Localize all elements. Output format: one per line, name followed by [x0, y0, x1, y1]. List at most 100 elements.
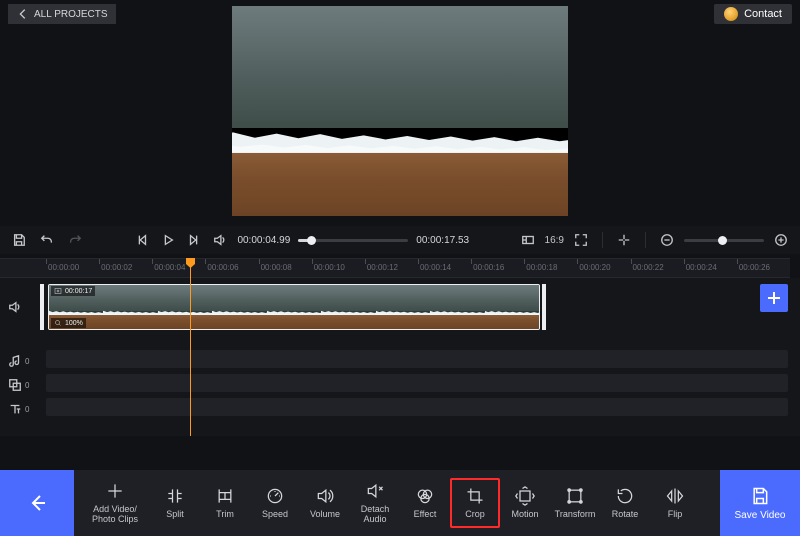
music-track-head: 0	[8, 354, 38, 368]
clip-handle-right[interactable]	[542, 284, 546, 330]
volume-icon	[315, 486, 335, 506]
add-media-button[interactable]: Add Video/ Photo Clips	[80, 475, 150, 531]
overlay-track[interactable]	[46, 374, 788, 392]
text-icon	[8, 402, 22, 416]
seek-bar[interactable]	[298, 239, 408, 242]
play-button[interactable]	[159, 231, 177, 249]
volume-button[interactable]: Volume	[300, 480, 350, 526]
plus-icon	[766, 290, 782, 306]
clock-icon	[54, 287, 62, 295]
redo-button[interactable]	[66, 231, 84, 249]
aspect-ratio-button[interactable]	[519, 231, 537, 249]
zoom-in-button[interactable]	[772, 231, 790, 249]
undo-button[interactable]	[38, 231, 56, 249]
save-project-button[interactable]	[10, 231, 28, 249]
divider	[602, 232, 603, 248]
playhead[interactable]	[190, 258, 191, 436]
effect-button[interactable]: Effect	[400, 480, 450, 526]
skip-forward-icon	[187, 233, 201, 247]
music-track[interactable]	[46, 350, 788, 368]
motion-icon	[515, 486, 535, 506]
transform-button[interactable]: Transform	[550, 480, 600, 526]
ruler-mark: 00:00:22	[633, 263, 664, 272]
video-clip[interactable]: 00:00:17 100%	[48, 284, 540, 330]
rotate-button[interactable]: Rotate	[600, 480, 650, 526]
arrow-left-icon	[25, 491, 49, 515]
ruler-mark: 00:00:10	[314, 263, 345, 272]
zoom-out-button[interactable]	[658, 231, 676, 249]
back-button[interactable]	[0, 470, 74, 536]
ruler-mark: 00:00:00	[48, 263, 79, 272]
next-frame-button[interactable]	[185, 231, 203, 249]
toolset: Add Video/ Photo Clips Split Trim Speed …	[74, 470, 720, 536]
ruler-pad	[0, 258, 46, 278]
fullscreen-button[interactable]	[572, 231, 590, 249]
clip-handle-left[interactable]	[40, 284, 44, 330]
detach-audio-icon	[365, 481, 385, 501]
divider	[645, 232, 646, 248]
prev-frame-button[interactable]	[133, 231, 151, 249]
video-preview[interactable]	[232, 6, 568, 216]
ruler-mark: 00:00:02	[101, 263, 132, 272]
video-track[interactable]: 00:00:17 100%	[46, 284, 752, 332]
preview-area	[0, 2, 800, 220]
zoom-icon	[54, 319, 62, 327]
split-icon	[165, 486, 185, 506]
ruler-mark: 00:00:06	[207, 263, 238, 272]
ruler-mark: 00:00:18	[526, 263, 557, 272]
clip-duration-badge: 00:00:17	[51, 286, 95, 296]
ruler-mark: 00:00:26	[739, 263, 770, 272]
mute-button[interactable]	[211, 231, 229, 249]
clip-zoom-badge: 100%	[51, 318, 86, 328]
ruler-mark: 00:00:08	[261, 263, 292, 272]
effect-icon	[415, 486, 435, 506]
snap-icon	[617, 233, 631, 247]
playback-bar: 00:00:04.99 00:00:17.53 16:9	[0, 226, 800, 254]
redo-icon	[68, 233, 82, 247]
crop-icon	[465, 486, 485, 506]
text-track[interactable]	[46, 398, 788, 416]
transform-icon	[565, 486, 585, 506]
skip-back-icon	[135, 233, 149, 247]
aspect-icon	[521, 233, 535, 247]
zoom-slider[interactable]	[684, 239, 764, 242]
tracks-panel: 00:00:17 100% 0 0 0	[0, 278, 800, 436]
current-time: 00:00:04.99	[237, 235, 290, 246]
snap-button[interactable]	[615, 231, 633, 249]
speaker-icon	[213, 233, 227, 247]
speed-icon	[265, 486, 285, 506]
text-track-head: 0	[8, 402, 38, 416]
play-icon	[161, 233, 175, 247]
total-time: 00:00:17.53	[416, 235, 469, 246]
aspect-ratio-label: 16:9	[545, 235, 564, 246]
fullscreen-icon	[574, 233, 588, 247]
trim-button[interactable]: Trim	[200, 480, 250, 526]
minus-circle-icon	[660, 233, 674, 247]
speaker-icon	[8, 300, 22, 314]
video-editor-app: ALL PROJECTS Contact 00:00:04.99 00:0	[0, 0, 800, 536]
split-button[interactable]: Split	[150, 480, 200, 526]
video-track-head	[8, 300, 38, 314]
ruler-mark: 00:00:14	[420, 263, 451, 272]
rotate-icon	[615, 486, 635, 506]
plus-circle-icon	[774, 233, 788, 247]
motion-button[interactable]: Motion	[500, 480, 550, 526]
undo-icon	[40, 233, 54, 247]
ruler-mark: 00:00:16	[473, 263, 504, 272]
timeline-ruler[interactable]: 00:00:00 00:00:02 00:00:04 00:00:06 00:0…	[46, 258, 790, 278]
floppy-icon	[12, 233, 26, 247]
save-icon	[750, 486, 770, 506]
plus-icon	[105, 481, 125, 501]
add-track-button[interactable]	[760, 284, 788, 312]
crop-button[interactable]: Crop	[450, 478, 500, 528]
save-video-button[interactable]: Save Video	[720, 470, 800, 536]
bottom-toolbar: Add Video/ Photo Clips Split Trim Speed …	[0, 470, 800, 536]
detach-audio-button[interactable]: Detach Audio	[350, 475, 400, 531]
overlay-track-head: 0	[8, 378, 38, 392]
speed-button[interactable]: Speed	[250, 480, 300, 526]
ruler-mark: 00:00:20	[579, 263, 610, 272]
flip-button[interactable]: Flip	[650, 480, 700, 526]
ruler-mark: 00:00:24	[686, 263, 717, 272]
overlay-icon	[8, 378, 22, 392]
flip-icon	[665, 486, 685, 506]
